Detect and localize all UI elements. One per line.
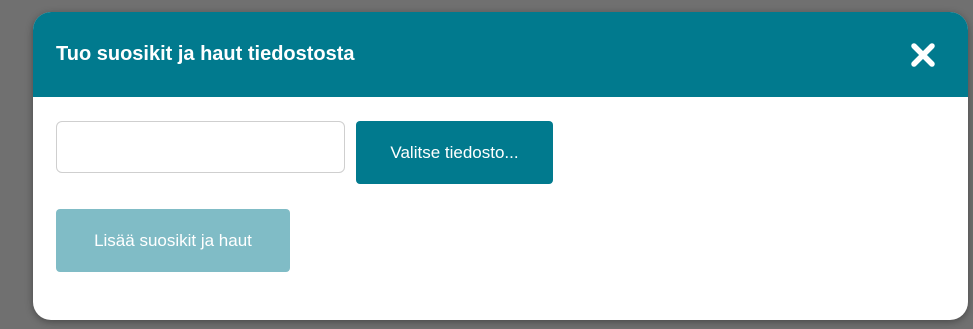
add-favorites-button[interactable]: Lisää suosikit ja haut bbox=[56, 209, 290, 272]
dialog-header: Tuo suosikit ja haut tiedostosta bbox=[33, 12, 968, 97]
dialog-title: Tuo suosikit ja haut tiedostosta bbox=[56, 43, 355, 65]
file-path-input[interactable] bbox=[56, 121, 345, 173]
import-dialog: Tuo suosikit ja haut tiedostosta Valitse… bbox=[33, 12, 968, 320]
close-icon bbox=[911, 43, 935, 67]
choose-file-button[interactable]: Valitse tiedosto... bbox=[356, 121, 553, 184]
close-button[interactable] bbox=[908, 40, 938, 70]
